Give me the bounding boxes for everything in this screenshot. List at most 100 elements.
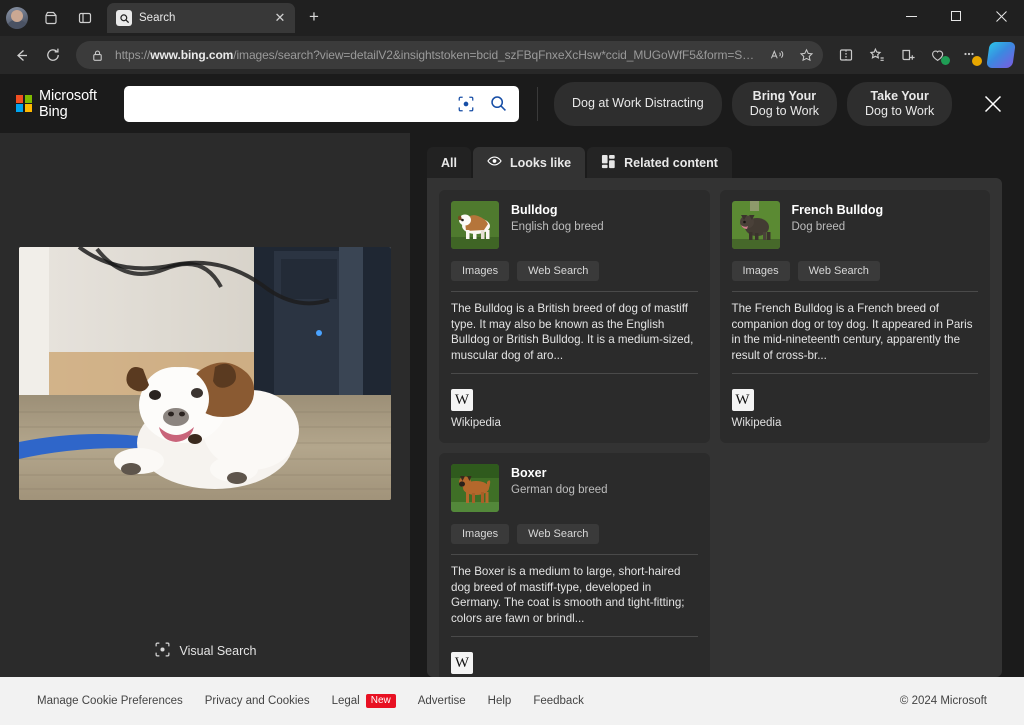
card-title: French Bulldog [792, 203, 884, 217]
favorites-list-icon[interactable] [862, 40, 892, 70]
browser-navbar: https://www.bing.com/images/search?view=… [0, 36, 1024, 74]
card-source[interactable]: W Wikipedia [732, 389, 979, 429]
card-subtitle: English dog breed [511, 221, 604, 233]
card-subtitle: German dog breed [511, 484, 608, 496]
visual-search-control[interactable]: Visual Search [0, 641, 410, 661]
avatar[interactable] [6, 7, 28, 29]
related-search-chips: Dog at Work Distracting Bring Your Dog t… [554, 82, 968, 126]
close-icon[interactable]: ✕ [271, 9, 289, 27]
footer-link-manage-cookie-preferences[interactable]: Manage Cookie Preferences [37, 695, 183, 707]
footer-link-privacy-and-cookies[interactable]: Privacy and Cookies [205, 695, 310, 707]
page-footer: Manage Cookie Preferences Privacy and Co… [0, 677, 1024, 725]
collections-icon[interactable] [893, 40, 923, 70]
tab-related-content[interactable]: Related content [587, 147, 732, 178]
update-badge [972, 56, 982, 66]
divider [451, 373, 698, 374]
card-header: French Bulldog Dog breed [732, 201, 979, 249]
eye-icon [487, 155, 502, 170]
new-tab-button[interactable]: + [301, 4, 327, 30]
status-dot [941, 56, 950, 65]
chip-1[interactable]: Bring Your Dog to Work [732, 82, 837, 126]
divider [451, 554, 698, 555]
web-search-button[interactable]: Web Search [798, 261, 880, 281]
search-input[interactable] [138, 96, 445, 111]
star-icon[interactable] [795, 44, 817, 66]
web-search-button[interactable]: Web Search [517, 261, 599, 281]
address-bar[interactable]: https://www.bing.com/images/search?view=… [76, 41, 823, 69]
card-description: The French Bulldog is a French breed of … [732, 301, 979, 363]
visual-search-icon [154, 641, 171, 661]
lock-icon [86, 44, 108, 66]
bing-logo-text: Microsoft Bing [39, 88, 124, 120]
footer-link-help[interactable]: Help [488, 695, 512, 707]
footer-link-legal[interactable]: Legal New [332, 694, 396, 708]
divider [732, 373, 979, 374]
browser-essentials-icon[interactable] [924, 40, 954, 70]
bing-page: Microsoft Bing [0, 74, 1024, 725]
workspaces-icon[interactable] [35, 3, 67, 33]
url-rest: /images/search?view=detailV2&insightstok… [233, 48, 759, 62]
card-subtitle: Dog breed [792, 221, 884, 233]
cards-grid: Bulldog English dog breed Images Web Sea… [439, 190, 990, 706]
entity-card[interactable]: Bulldog English dog breed Images Web Sea… [439, 190, 710, 443]
browser-tab[interactable]: Search ✕ [107, 3, 295, 33]
results-tabs: All Looks like [427, 147, 1002, 178]
read-aloud-icon[interactable] [766, 44, 788, 66]
card-description: The Bulldog is a British breed of dog of… [451, 301, 698, 363]
visual-search-camera-icon[interactable] [455, 93, 477, 115]
bing-search-icon [116, 10, 132, 26]
bing-logo[interactable]: Microsoft Bing [16, 88, 124, 120]
bing-header: Microsoft Bing [0, 74, 1024, 133]
content-area: Visual Search All [0, 133, 1024, 677]
titlebar-left: Search ✕ + [0, 0, 327, 36]
results-pane: All Looks like [411, 133, 1024, 677]
close-window-button[interactable] [979, 0, 1024, 32]
card-thumbnail[interactable] [732, 201, 780, 249]
chip-2[interactable]: Take Your Dog to Work [847, 82, 952, 126]
tab-all-label: All [441, 156, 457, 170]
tab-related-content-label: Related content [624, 156, 718, 170]
tab-all[interactable]: All [427, 147, 471, 178]
url-prefix: https:// [115, 48, 150, 62]
bing-search-box[interactable] [124, 86, 519, 122]
divider [451, 636, 698, 637]
tab-looks-like-label: Looks like [510, 156, 571, 170]
chip-label-line2: Dog to Work [865, 104, 934, 119]
split-screen-icon[interactable] [831, 40, 861, 70]
close-icon[interactable] [976, 87, 1010, 121]
footer-link-legal-label: Legal [332, 695, 360, 707]
images-button[interactable]: Images [451, 524, 509, 544]
card-source-label: Wikipedia [732, 417, 979, 429]
footer-link-feedback[interactable]: Feedback [533, 695, 584, 707]
copilot-icon[interactable] [986, 40, 1016, 70]
entity-card[interactable]: French Bulldog Dog breed Images Web Sear… [720, 190, 991, 443]
card-buttons: Images Web Search [451, 524, 698, 544]
more-options-icon[interactable] [955, 40, 985, 70]
images-button[interactable]: Images [451, 261, 509, 281]
maximize-button[interactable] [934, 0, 979, 32]
toolbar-right [831, 40, 1018, 70]
web-search-button[interactable]: Web Search [517, 524, 599, 544]
entity-card[interactable]: Boxer German dog breed Images Web Search… [439, 453, 710, 706]
back-arrow-icon[interactable] [6, 40, 36, 70]
card-head-text: Bulldog English dog breed [511, 201, 604, 233]
chip-0[interactable]: Dog at Work Distracting [554, 82, 722, 126]
magnifier-icon[interactable] [487, 93, 509, 115]
card-header: Bulldog English dog breed [451, 201, 698, 249]
minimize-button[interactable] [889, 0, 934, 32]
card-thumbnail[interactable] [451, 201, 499, 249]
tab-actions-icon[interactable] [69, 3, 101, 33]
card-source[interactable]: W Wikipedia [451, 389, 698, 429]
card-thumbnail[interactable] [451, 464, 499, 512]
divider [451, 291, 698, 292]
images-button[interactable]: Images [732, 261, 790, 281]
tab-looks-like[interactable]: Looks like [473, 147, 585, 178]
footer-links: Manage Cookie Preferences Privacy and Co… [37, 694, 900, 708]
card-source-label: Wikipedia [451, 417, 698, 429]
visual-search-label: Visual Search [180, 644, 257, 658]
footer-link-advertise[interactable]: Advertise [418, 695, 466, 707]
chip-label: Dog at Work Distracting [572, 96, 704, 111]
card-description: The Boxer is a medium to large, short-ha… [451, 564, 698, 626]
refresh-icon[interactable] [38, 40, 68, 70]
main-image[interactable] [19, 247, 391, 500]
